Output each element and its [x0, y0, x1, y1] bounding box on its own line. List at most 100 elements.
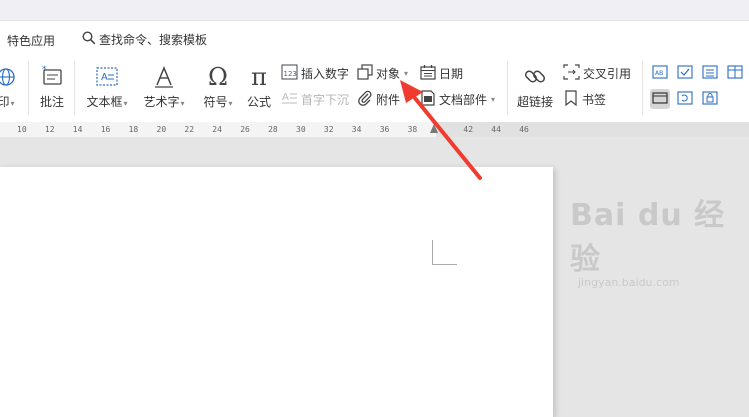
textbox-icon: A	[82, 63, 132, 91]
paperclip-icon	[357, 90, 373, 109]
combo-field-button[interactable]	[725, 63, 745, 83]
insert-number-button[interactable]: 123 插入数字	[281, 64, 349, 82]
doc-parts-label: 文档部件	[439, 92, 488, 107]
chevron-down-icon: ▾	[10, 99, 15, 108]
list-box-icon	[702, 64, 718, 82]
cross-reference-label: 交叉引用	[583, 66, 632, 81]
insert-ribbon: 印▾ * 批注 A 文本框▾ 艺术字▾ Ω 符号▾ π 公式 123 插入数字	[0, 57, 749, 123]
omega-icon: Ω	[208, 63, 228, 91]
ruler-tick-label: 34	[351, 125, 362, 134]
form-textbox-icon: AB	[652, 64, 668, 82]
comment-button[interactable]: * 批注	[37, 63, 67, 110]
menu-bar: 特色应用 查找命令、搜索模板	[0, 21, 749, 57]
cross-reference-icon	[563, 63, 580, 83]
ruler-tick-label: 30	[296, 125, 306, 134]
formula-label: 公式	[246, 95, 271, 109]
ruler-tick-label: 28	[268, 125, 278, 134]
textbox-label: 文本框	[86, 95, 123, 109]
chevron-down-icon: ▾	[404, 68, 409, 78]
calendar-icon	[420, 64, 436, 83]
doc-parts-icon	[420, 89, 436, 109]
ruler-tick-label: 24	[212, 125, 222, 134]
ruler-tick-label: 46	[519, 125, 529, 134]
doc-parts-button[interactable]: 文档部件 ▾	[420, 89, 496, 109]
text-form-field-button[interactable]: AB	[650, 63, 670, 83]
chevron-down-icon: ▾	[180, 99, 185, 108]
svg-text:AB: AB	[655, 70, 663, 77]
attachment-label: 附件	[376, 92, 401, 107]
ruler-tick-label: 16	[100, 125, 111, 134]
textbox-button[interactable]: A 文本框▾	[82, 63, 132, 110]
ruler-tick-label: 12	[44, 125, 55, 134]
title-strip	[0, 0, 749, 21]
ruler-tick-label: 18	[128, 125, 139, 134]
attachment-button[interactable]: 附件	[357, 90, 400, 108]
hyperlink-label: 超链接	[516, 95, 553, 109]
print-button[interactable]: 印▾	[0, 63, 18, 110]
wordart-button[interactable]: 艺术字▾	[139, 63, 189, 110]
document-page[interactable]	[0, 167, 553, 417]
ribbon-divider	[74, 61, 75, 115]
wordart-label: 艺术字	[143, 95, 180, 109]
reset-icon	[677, 90, 693, 108]
lock-icon	[702, 90, 718, 108]
date-button[interactable]: 日期	[420, 64, 463, 82]
drop-cap-button[interactable]: A 首字下沉	[281, 90, 349, 108]
comment-label: 批注	[39, 95, 64, 109]
date-label: 日期	[439, 66, 464, 81]
svg-text:A: A	[282, 92, 289, 103]
command-search[interactable]: 查找命令、搜索模板	[82, 31, 207, 48]
checkbox-field-button[interactable]	[675, 63, 695, 83]
ribbon-divider	[28, 61, 29, 115]
combo-box-icon	[727, 64, 743, 82]
ruler-tick-label: 42	[463, 125, 474, 134]
ribbon-divider	[507, 61, 508, 115]
globe-icon	[0, 63, 18, 91]
object-button[interactable]: 对象 ▾	[357, 63, 409, 83]
protect-field-button[interactable]	[700, 89, 720, 109]
cross-reference-button[interactable]: 交叉引用	[563, 63, 632, 83]
ruler-tick-label: 38	[407, 125, 418, 134]
svg-text:*: *	[42, 65, 47, 75]
symbol-button[interactable]: Ω 符号▾	[199, 63, 237, 110]
object-icon	[357, 63, 373, 83]
horizontal-ruler[interactable]: 10121416182022242628303234363840424446	[0, 122, 749, 137]
frame-icon	[652, 91, 668, 108]
svg-text:123: 123	[284, 70, 297, 78]
reset-field-button[interactable]	[675, 89, 695, 109]
hyperlink-button[interactable]: 超链接	[514, 63, 556, 110]
ruler-tick-label: 20	[156, 125, 167, 134]
object-label: 对象	[376, 66, 401, 81]
checkbox-icon	[677, 64, 693, 82]
number-icon: 123	[281, 64, 298, 83]
watermark: Bai du 经验 jingyan.baidu.com	[570, 190, 740, 289]
margin-corner-mark	[432, 240, 457, 265]
watermark-brand: Bai du 经验	[570, 198, 726, 277]
wordart-icon	[139, 63, 189, 91]
chevron-down-icon: ▾	[123, 99, 128, 108]
comment-icon: *	[37, 63, 67, 91]
drop-cap-icon: A	[281, 90, 298, 109]
ruler-tick-label: 32	[323, 125, 334, 134]
search-placeholder: 查找命令、搜索模板	[99, 33, 208, 47]
bookmark-button[interactable]: 书签	[563, 89, 607, 109]
right-indent-marker[interactable]	[430, 124, 438, 133]
symbol-label: 符号	[203, 95, 228, 109]
search-icon	[82, 31, 96, 48]
formula-button[interactable]: π 公式	[244, 63, 274, 110]
bookmark-icon	[563, 89, 579, 109]
ribbon-divider	[642, 61, 643, 115]
list-field-button[interactable]	[700, 63, 720, 83]
bookmark-label: 书签	[582, 92, 607, 107]
frame-button[interactable]	[650, 89, 670, 109]
ruler-tick-label: 22	[184, 125, 195, 134]
svg-text:A: A	[101, 72, 108, 83]
menu-special-apps[interactable]: 特色应用	[7, 32, 55, 49]
print-label: 印	[0, 95, 10, 109]
link-icon	[514, 63, 556, 91]
chevron-down-icon: ▾	[491, 94, 496, 104]
insert-number-label: 插入数字	[301, 66, 350, 81]
chevron-down-icon: ▾	[228, 99, 233, 108]
ruler-tick-label: 36	[379, 125, 390, 134]
pi-icon: π	[251, 63, 267, 91]
